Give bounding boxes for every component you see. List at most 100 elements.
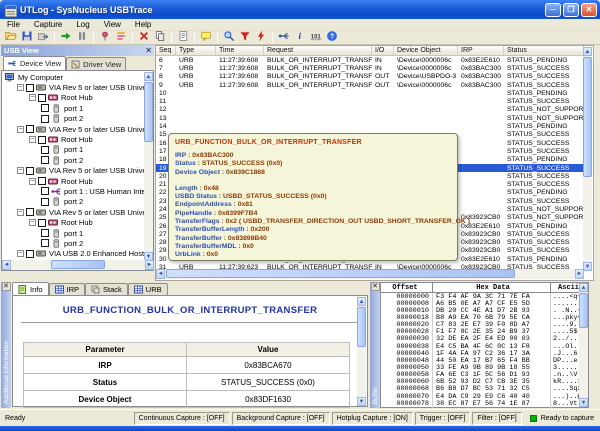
tree-expander-icon[interactable]: − — [17, 250, 24, 257]
tree-item-port-2[interactable]: port 2 — [2, 238, 144, 248]
tree-item-via-usb-2-0-enhanced-host-controller[interactable]: −VIA USB 2.0 Enhanced Host Controller — [2, 249, 144, 259]
tree-item-via-rev-5-or-later-usb-universal-host-c[interactable]: −VIA Rev 5 or later USB Universal Host C — [2, 124, 144, 134]
tree-expander-icon[interactable]: − — [17, 84, 24, 91]
tree-vertical-scrollbar[interactable]: ▲ ▼ — [144, 72, 153, 261]
column-header-type[interactable]: Type — [176, 46, 216, 55]
scroll-thumb[interactable] — [166, 269, 515, 278]
usb-plug-button[interactable] — [277, 31, 291, 44]
scroll-up-icon[interactable]: ▲ — [357, 297, 366, 306]
open-button[interactable] — [4, 31, 18, 44]
table-row[interactable]: 8URB11:27:39:608BULK_OR_INTERRUPT_TRANSF… — [156, 73, 584, 81]
usb-view-close-icon[interactable]: ✕ — [145, 47, 152, 55]
tree-item-port-2[interactable]: port 2 — [2, 155, 144, 165]
tree-item-root-hub[interactable]: −Root Hub — [2, 176, 144, 186]
table-row[interactable]: 6URB11:27:39:608BULK_OR_INTERRUPT_TRANSF… — [156, 56, 584, 64]
tooltip-toggle-button[interactable] — [199, 31, 213, 44]
tree-item-via-rev-5-or-later-usb-universal-host-c[interactable]: −VIA Rev 5 or later USB Universal Host C — [2, 82, 144, 92]
tree-checkbox[interactable] — [26, 125, 34, 133]
scroll-up-icon[interactable]: ▲ — [579, 283, 588, 292]
tree-horizontal-scrollbar[interactable]: ◄ ► — [2, 260, 154, 270]
tree-checkbox[interactable] — [26, 250, 34, 258]
tab-info[interactable]: Info — [12, 282, 49, 295]
tree-checkbox[interactable] — [41, 104, 49, 112]
scroll-down-icon[interactable]: ▼ — [579, 398, 588, 407]
tab-irp[interactable]: IRP — [49, 283, 86, 295]
column-header-irp[interactable]: IRP — [458, 46, 504, 55]
tree-checkbox[interactable] — [41, 198, 49, 206]
tree-item-port-1-usb-human-interface-d[interactable]: port 1 : USB Human Interface D — [2, 186, 144, 196]
raw-data-button[interactable]: 101 — [309, 31, 323, 44]
info-vertical-scrollbar[interactable]: ▲ ▼ — [357, 297, 366, 406]
tree-checkbox[interactable] — [38, 94, 46, 102]
column-header-device-object[interactable]: Device Object — [394, 46, 458, 55]
minimize-button[interactable]: ─ — [545, 3, 561, 17]
scroll-left-icon[interactable]: ◄ — [2, 260, 11, 270]
tree-item-port-2[interactable]: port 2 — [2, 114, 144, 124]
tree-expander-icon[interactable]: − — [29, 94, 36, 101]
tree-item-port-1[interactable]: port 1 — [2, 145, 144, 155]
table-horizontal-scrollbar[interactable]: ◄ ► — [156, 269, 584, 279]
tab-driver-view[interactable]: Driver View — [66, 57, 126, 70]
table-row[interactable]: 7URB11:27:39:608BULK_OR_INTERRUPT_TRANSF… — [156, 64, 584, 72]
tab-urb[interactable]: URB — [128, 283, 168, 295]
table-row[interactable]: 13STATUS_NOT_SUPPORTED — [156, 114, 584, 122]
save-button[interactable] — [20, 31, 34, 44]
tree-item-via-rev-5-or-later-usb-universal-host-c[interactable]: −VIA Rev 5 or later USB Universal Host C — [2, 166, 144, 176]
scroll-up-icon[interactable]: ▲ — [144, 72, 153, 81]
scroll-left-icon[interactable]: ◄ — [156, 269, 165, 279]
hex-vertical-scrollbar[interactable]: ▲ ▼ — [579, 283, 588, 407]
copy-button[interactable] — [153, 31, 167, 44]
filter-button[interactable] — [238, 31, 252, 44]
pause-capture-button[interactable] — [75, 31, 89, 44]
scroll-up-icon[interactable]: ▲ — [583, 47, 592, 56]
title-bar[interactable]: UTLog - SysNucleus USBTrace ─ ❐ ✕ — [0, 0, 600, 19]
tree-expander-icon[interactable]: − — [17, 126, 24, 133]
scroll-thumb[interactable] — [51, 260, 105, 269]
pin-button[interactable] — [98, 31, 112, 44]
tab-device-view[interactable]: Device View — [3, 56, 66, 70]
scroll-right-icon[interactable]: ► — [145, 260, 154, 270]
script-button[interactable] — [176, 31, 190, 44]
tree-item-port-2[interactable]: port 2 — [2, 197, 144, 207]
tree-item-root-hub[interactable]: −Root Hub — [2, 134, 144, 144]
tree-checkbox[interactable] — [26, 208, 34, 216]
tree-checkbox[interactable] — [38, 136, 46, 144]
column-header-request[interactable]: Request — [264, 46, 372, 55]
column-header-seq[interactable]: Seq — [156, 46, 176, 55]
tree-checkbox[interactable] — [41, 156, 49, 164]
start-capture-button[interactable] — [59, 31, 73, 44]
column-header-time[interactable]: Time — [216, 46, 264, 55]
scroll-thumb[interactable] — [583, 57, 592, 177]
tree-item-port-1[interactable]: port 1 — [2, 228, 144, 238]
hex-row[interactable]: 0000007838 EC 87 E7 56 74 1E 878...Vt.. — [381, 400, 588, 407]
table-vertical-scrollbar[interactable]: ▲ ▼ — [583, 47, 592, 271]
close-button[interactable]: ✕ — [581, 3, 597, 17]
tree-item-via-rev-5-or-later-usb-universal-host-c[interactable]: −VIA Rev 5 or later USB Universal Host C — [2, 207, 144, 217]
export-button[interactable] — [36, 31, 50, 44]
table-row[interactable]: 10STATUS_PENDING — [156, 89, 584, 97]
table-row[interactable]: 12STATUS_NOT_SUPPORTED — [156, 106, 584, 114]
tree-expander-icon[interactable]: − — [29, 178, 36, 185]
tree-checkbox[interactable] — [41, 146, 49, 154]
column-header-status[interactable]: Status — [504, 46, 584, 55]
tree-item-my-computer[interactable]: My Computer — [2, 72, 144, 82]
table-row[interactable]: 11STATUS_SUCCESS — [156, 97, 584, 105]
tree-item-root-hub[interactable]: −Root Hub — [2, 217, 144, 227]
trigger-button[interactable] — [254, 31, 268, 44]
table-row[interactable]: 14STATUS_PENDING — [156, 122, 584, 130]
tree-checkbox[interactable] — [26, 167, 34, 175]
panel-close-icon[interactable]: ✕ — [371, 282, 380, 291]
tree-checkbox[interactable] — [26, 84, 34, 92]
tab-stack[interactable]: Stack — [85, 283, 128, 295]
tree-checkbox[interactable] — [41, 239, 49, 247]
tree-item-root-hub[interactable]: −Root Hub — [2, 93, 144, 103]
delete-button[interactable] — [137, 31, 151, 44]
scroll-thumb[interactable] — [144, 82, 153, 142]
help-button[interactable]: ? — [325, 31, 339, 44]
scroll-thumb[interactable] — [579, 293, 588, 328]
scroll-thumb[interactable] — [357, 307, 366, 347]
tree-expander-icon[interactable]: − — [17, 167, 24, 174]
scroll-down-icon[interactable]: ▼ — [357, 397, 366, 406]
scroll-right-icon[interactable]: ► — [575, 269, 584, 279]
tree-checkbox[interactable] — [41, 229, 49, 237]
